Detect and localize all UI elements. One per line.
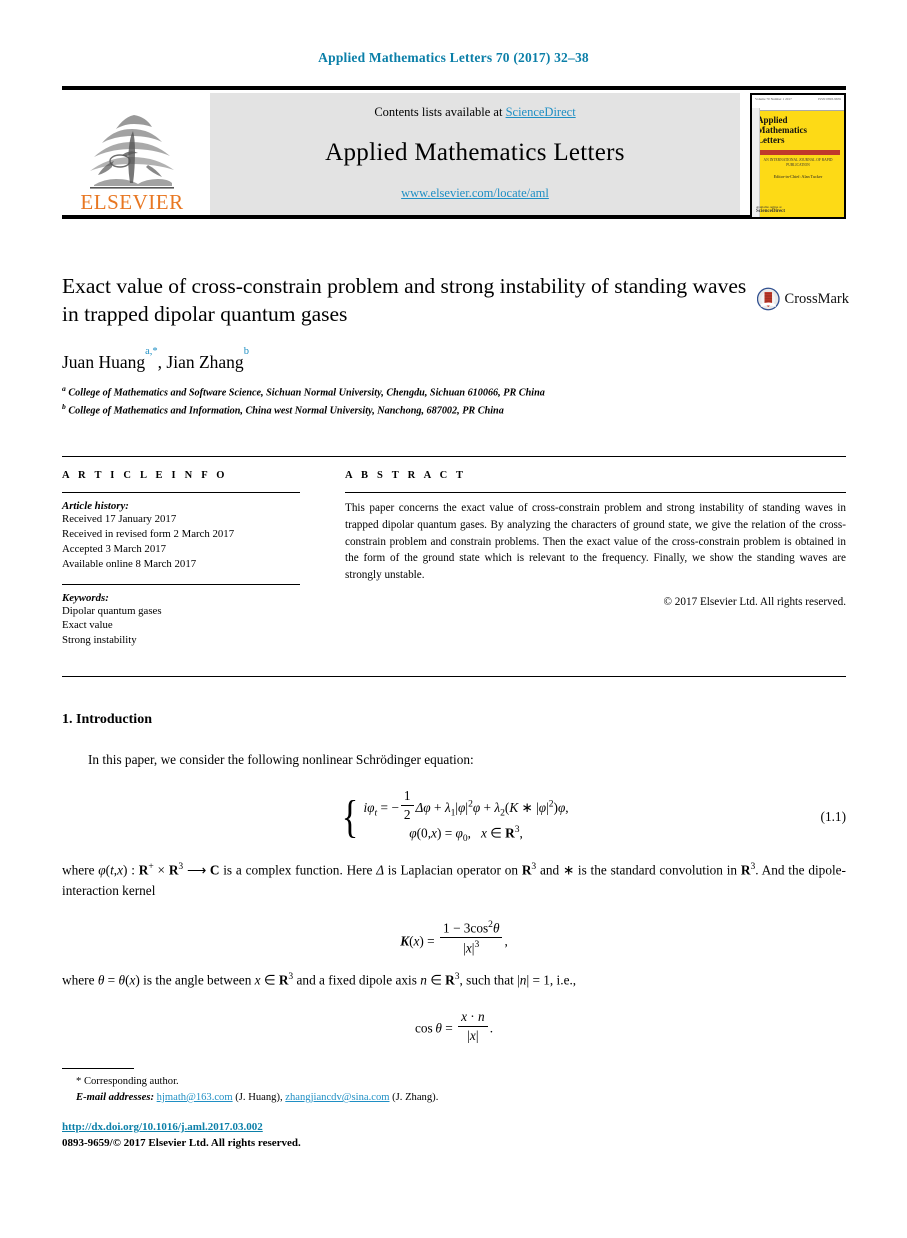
cover-footer-brand: ScienceDirect <box>756 209 786 214</box>
history-item: Accepted 3 March 2017 <box>62 542 167 555</box>
equation-1-1-line-2: φ(0,x) = φ0, x ∈ R3, <box>409 823 523 844</box>
article-history-label: Article history: <box>62 500 129 512</box>
masthead-bottom-rule <box>62 215 846 219</box>
cover-volume-right: ISSN 0893-9659 <box>818 97 841 101</box>
affiliation-b: b College of Mathematics and Information… <box>62 401 846 419</box>
article-history-list: Received 17 January 2017 Received in rev… <box>62 512 310 572</box>
cover-volume-line: Volume 70 Number 1 2017 ISSN 0893-9659 <box>752 95 844 111</box>
corresponding-author-note: * Corresponding author. <box>76 1076 179 1087</box>
title-block: Exact value of cross-constrain problem a… <box>62 272 752 329</box>
equation-1-1-line-1: iφt = −1 2 Δφ + λ1|φ|2φ + λ2(K ∗ |φ|2)φ, <box>363 787 569 822</box>
keywords-list: Dipolar quantum gases Exact value Strong… <box>62 604 310 649</box>
journal-title: Applied Mathematics Letters <box>325 139 625 166</box>
article-info-column: A R T I C L E I N F O Article history: R… <box>62 470 310 648</box>
issn-copyright-line: 0893-9659/© 2017 Elsevier Ltd. All right… <box>62 1136 301 1149</box>
intro-paragraph-2: where φ(t,x) : R+ × R3 ⟶ C is a complex … <box>62 861 846 898</box>
masthead-banner: Contents lists available at ScienceDirec… <box>210 93 740 215</box>
crossmark-icon <box>757 287 780 311</box>
crossmark-label: CrossMark <box>784 290 849 307</box>
cover-title-line-1: Applied <box>757 115 788 125</box>
author-list: Juan Huanga,*, Jian Zhangb <box>62 346 249 372</box>
affiliation-a-marker: a <box>62 384 66 393</box>
abstract-rule <box>345 492 846 493</box>
journal-homepage-link[interactable]: www.elsevier.com/locate/aml <box>401 186 549 201</box>
info-top-rule <box>62 456 846 457</box>
info-abstract-columns: A R T I C L E I N F O Article history: R… <box>62 470 846 648</box>
cover-subtitle: AN INTERNATIONAL JOURNAL OF RAPID PUBLIC… <box>763 158 833 167</box>
equation-kernel-content: K(x) = 1 − 3cos2θ |x|3, <box>400 918 508 956</box>
abstract-column: A B S T R A C T This paper concerns the … <box>345 470 846 648</box>
affiliation-b-marker: b <box>62 402 66 412</box>
cover-title-line-2: Mathematics <box>757 125 807 136</box>
keywords-label: Keywords: <box>62 591 109 604</box>
system-brace: { <box>342 791 359 843</box>
intro-paragraph-1: In this paper, we consider the following… <box>88 752 474 767</box>
cover-red-bar <box>756 150 840 156</box>
masthead-top-rule <box>62 86 846 90</box>
elsevier-wordmark: ELSEVIER <box>80 190 184 214</box>
abstract-copyright: © 2017 Elsevier Ltd. All rights reserved… <box>663 595 847 608</box>
doi-link[interactable]: http://dx.doi.org/10.1016/j.aml.2017.03.… <box>62 1121 263 1133</box>
cover-title-line-3: Letters <box>757 135 785 146</box>
info-bottom-rule <box>62 676 846 677</box>
cover-volume-left: Volume 70 Number 1 2017 <box>755 97 792 101</box>
contents-available-line: Contents lists available at ScienceDirec… <box>374 105 575 120</box>
journal-masthead: ELSEVIER Contents lists available at Sci… <box>62 86 846 219</box>
keyword-item: Dipolar quantum gases <box>62 604 162 617</box>
cover-title: Applied Mathematics Letters <box>752 111 844 145</box>
equation-kernel: K(x) = 1 − 3cos2θ |x|3, <box>62 919 846 957</box>
affiliation-b-text: College of Mathematics and Information, … <box>68 405 504 417</box>
column-gutter <box>310 470 345 648</box>
author-1-markers: a,* <box>145 346 158 358</box>
email-owner-2: (J. Zhang) <box>392 1091 436 1103</box>
email-link-2[interactable]: zhangjiancdv@sina.com <box>285 1092 389 1103</box>
email-addresses-note: E-mail addresses: hjmath@163.com (J. Hua… <box>76 1091 439 1103</box>
history-item: Received 17 January 2017 <box>62 513 177 525</box>
affiliation-a-text: College of Mathematics and Software Scie… <box>68 387 545 399</box>
affiliations: a College of Mathematics and Software Sc… <box>62 383 846 419</box>
keyword-item: Strong instability <box>62 634 137 647</box>
intro-paragraph-3: where θ = θ(x) is the angle between x ∈ … <box>62 971 577 988</box>
elsevier-logo: ELSEVIER <box>62 93 202 215</box>
history-item: Available online 8 March 2017 <box>62 557 197 570</box>
email-owner-1: (J. Huang) <box>235 1091 280 1103</box>
abstract-text: This paper concerns the exact value of c… <box>345 502 846 582</box>
abstract-heading: A B S T R A C T <box>345 470 467 481</box>
footnote-block: * Corresponding author. E-mail addresses… <box>68 1074 768 1106</box>
email-link-1[interactable]: hjmath@163.com <box>157 1092 233 1103</box>
article-info-rule <box>62 492 300 493</box>
cover-editor-line: Editor-in-Chief: Alan Tucker <box>773 173 823 179</box>
journal-cover-thumbnail: Volume 70 Number 1 2017 ISSN 0893-9659 A… <box>750 93 846 219</box>
doi-block: http://dx.doi.org/10.1016/j.aml.2017.03.… <box>62 1120 301 1152</box>
page-title: Exact value of cross-constrain problem a… <box>62 274 747 327</box>
keyword-item: Exact value <box>62 619 113 632</box>
sciencedirect-link[interactable]: ScienceDirect <box>506 105 576 119</box>
article-info-heading: A R T I C L E I N F O <box>62 470 228 481</box>
article-page: Applied Mathematics Letters 70 (2017) 32… <box>0 0 907 1238</box>
section-heading-introduction: 1. Introduction <box>62 712 152 727</box>
running-head: Applied Mathematics Letters 70 (2017) 32… <box>318 50 589 65</box>
author-2-markers: b <box>243 346 249 358</box>
author-2: Jian Zhang <box>166 352 244 372</box>
equation-1-1-number: (1.1) <box>820 809 846 825</box>
equation-1-1: { iφt = −1 2 Δφ + λ1|φ|2φ + λ2(K ∗ |φ|2)φ,… <box>62 788 846 846</box>
cover-spine <box>752 108 760 217</box>
footnote-rule <box>62 1068 134 1069</box>
contents-prefix: Contents lists available at <box>374 105 506 119</box>
keywords-block: Keywords: Dipolar quantum gases Exact va… <box>62 583 310 649</box>
article-body: 1. Introduction In this paper, we consid… <box>62 712 846 1058</box>
author-1: Juan Huang <box>62 352 146 372</box>
email-label: E-mail addresses: <box>76 1091 154 1103</box>
elsevier-tree-icon <box>90 115 174 189</box>
equation-1-1-content: { iφt = −1 2 Δφ + λ1|φ|2φ + λ2(K ∗ |φ|2)φ,… <box>62 788 846 846</box>
history-item: Received in revised form 2 March 2017 <box>62 527 235 540</box>
keywords-rule <box>62 583 300 585</box>
cover-footer: Available online at ScienceDirect <box>756 205 840 214</box>
equation-cos-content: cos θ = x · n |x|. <box>414 1008 494 1043</box>
equation-cos: cos θ = x · n |x|. <box>62 1009 846 1044</box>
affiliation-a: a College of Mathematics and Software Sc… <box>62 383 846 401</box>
crossmark-badge[interactable]: CrossMark <box>757 272 849 326</box>
